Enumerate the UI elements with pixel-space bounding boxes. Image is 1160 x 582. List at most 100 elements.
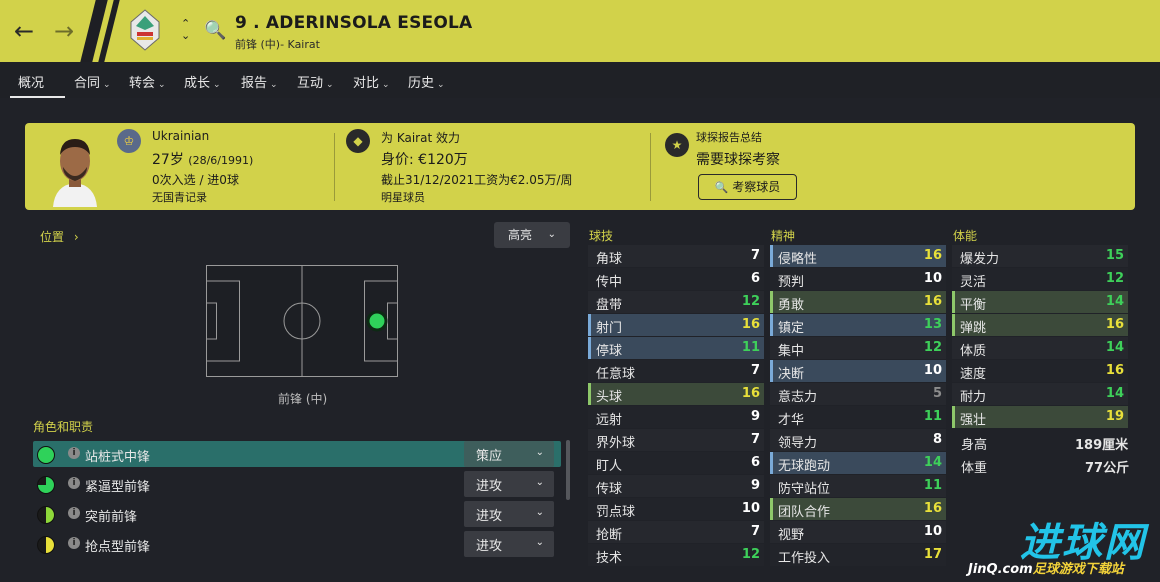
info-icon[interactable]: i [68, 447, 80, 459]
scout-report-value: 需要球探考察 [696, 152, 780, 168]
back-arrow-icon[interactable]: ← [14, 18, 34, 44]
tab-5[interactable]: 互动 ⌄ [297, 72, 334, 91]
tab-0[interactable]: 概况 [18, 72, 44, 91]
tab-label: 互动 [297, 76, 324, 91]
tab-2[interactable]: 转会 ⌄ [129, 72, 166, 91]
attribute-value: 17 [923, 547, 942, 562]
chevron-down-icon: ⌄ [535, 507, 544, 518]
role-row[interactable]: i 紧逼型前锋 进攻 ⌄ [33, 471, 561, 497]
attribute-value: 13 [923, 317, 942, 332]
attribute-value: 12 [741, 547, 760, 562]
attribute-value: 6 [750, 455, 760, 470]
scout-player-button[interactable]: 🔍 考察球员 [698, 174, 797, 200]
pitch-diagram [206, 265, 398, 377]
tab-label: 转会 [129, 76, 156, 91]
contract-info: 截止31/12/2021工资为€2.05万/周 [381, 173, 573, 187]
club-line[interactable]: 为 Kairat 效力 [381, 129, 460, 146]
chevron-down-icon: ⌄ [535, 447, 544, 458]
chevron-down-icon: ⌄ [270, 80, 278, 90]
attribute-highlight-marker [770, 498, 773, 520]
nationality[interactable]: Ukrainian [152, 129, 209, 143]
height-label: 身高 [961, 438, 988, 453]
role-duty-dropdown[interactable]: 进攻 ⌄ [464, 501, 554, 527]
attribute-value: 19 [1105, 409, 1124, 424]
attribute-value: 9 [750, 478, 760, 493]
attribute-value: 10 [741, 501, 760, 516]
attribute-value: 7 [750, 432, 760, 447]
chevron-down-icon: ⌄ [535, 537, 544, 548]
attribute-value: 7 [750, 363, 760, 378]
attribute-name: 平衡 [960, 298, 987, 313]
role-suitability-icon [37, 536, 55, 554]
active-tab-indicator [10, 96, 65, 98]
player-status: 明星球员 [381, 191, 425, 204]
role-suitability-icon [37, 446, 55, 464]
forward-arrow-icon[interactable]: → [54, 18, 74, 44]
attribute-name: 才华 [778, 413, 805, 428]
player-subtitle: 前锋 (中)- Kairat [235, 38, 320, 51]
role-duty-dropdown[interactable]: 策应 ⌄ [464, 441, 554, 467]
position-link[interactable]: 位置 › [40, 228, 79, 245]
search-icon[interactable]: 🔍 [204, 20, 226, 41]
role-row[interactable]: i 抢点型前锋 进攻 ⌄ [33, 531, 561, 557]
attribute-value: 16 [741, 386, 760, 401]
tab-7[interactable]: 历史 ⌄ [408, 72, 445, 91]
role-suitability-icon [37, 506, 55, 524]
attribute-name: 视野 [778, 528, 805, 543]
attribute-highlight-marker [770, 245, 773, 267]
info-icon[interactable]: i [68, 507, 80, 519]
national-crest-icon: ♔ [117, 129, 141, 153]
roles-scrollbar[interactable] [566, 440, 570, 500]
attribute-name: 防守站位 [778, 482, 831, 497]
club-crest-icon [130, 9, 160, 51]
tab-label: 对比 [353, 76, 380, 91]
age-value: 27岁 [152, 152, 184, 168]
attribute-name: 意志力 [778, 390, 818, 405]
attribute-name: 预判 [778, 275, 805, 290]
position-label: 前锋 (中) [278, 392, 328, 406]
attribute-name: 盯人 [596, 459, 623, 474]
club-icon: ◆ [346, 129, 370, 153]
roles-header: 角色和职责 [33, 420, 94, 434]
info-icon[interactable]: i [68, 537, 80, 549]
role-duty-dropdown[interactable]: 进攻 ⌄ [464, 471, 554, 497]
attribute-value: 6 [750, 271, 760, 286]
attribute-highlight-marker [770, 291, 773, 313]
role-duty: 进攻 [476, 539, 503, 554]
attribute-value: 14 [1105, 386, 1124, 401]
attribute-value: 16 [923, 501, 942, 516]
chevron-down-icon: ⌄ [535, 477, 544, 488]
attribute-value: 5 [932, 386, 942, 401]
youth-record: 无国青记录 [152, 191, 207, 204]
chevron-down-icon: ⌄ [382, 80, 390, 90]
player-switch-icon[interactable]: ⌃ ⌄ [181, 18, 190, 42]
star-icon: ★ [665, 133, 689, 157]
attribute-name: 耐力 [960, 390, 987, 405]
tab-bar: 概况 合同 ⌄ 转会 ⌄ 成长 ⌄ 报告 ⌄ 互动 ⌄ 对比 ⌄ 历史 ⌄ [0, 62, 1160, 98]
role-duty-dropdown[interactable]: 进攻 ⌄ [464, 531, 554, 557]
player-value: 身价: €120万 [381, 152, 468, 168]
attribute-value: 14 [1105, 294, 1124, 309]
attribute-name: 镇定 [778, 321, 805, 336]
tab-1[interactable]: 合同 ⌄ [74, 72, 111, 91]
attribute-name: 角球 [596, 252, 623, 267]
attribute-value: 16 [923, 294, 942, 309]
attribute-value: 12 [1105, 271, 1124, 286]
attribute-value: 8 [932, 432, 942, 447]
highlight-dropdown[interactable]: 高亮 ⌄ [494, 222, 570, 248]
role-row[interactable]: i 突前前锋 进攻 ⌄ [33, 501, 561, 527]
chevron-down-icon: ⌄ [547, 229, 556, 240]
tab-4[interactable]: 报告 ⌄ [241, 72, 278, 91]
attribute-highlight-marker [588, 337, 591, 359]
info-icon[interactable]: i [68, 477, 80, 489]
tab-label: 成长 [184, 76, 211, 91]
tab-3[interactable]: 成长 ⌄ [184, 72, 221, 91]
role-row[interactable]: i 站桩式中锋 策应 ⌄ [33, 441, 561, 467]
attribute-value: 11 [741, 340, 760, 355]
tab-label: 报告 [241, 76, 268, 91]
tab-6[interactable]: 对比 ⌄ [353, 72, 390, 91]
attribute-value: 16 [741, 317, 760, 332]
physical-header: 体能 [953, 229, 978, 243]
role-name: 抢点型前锋 [85, 540, 151, 555]
tab-label: 合同 [74, 76, 101, 91]
